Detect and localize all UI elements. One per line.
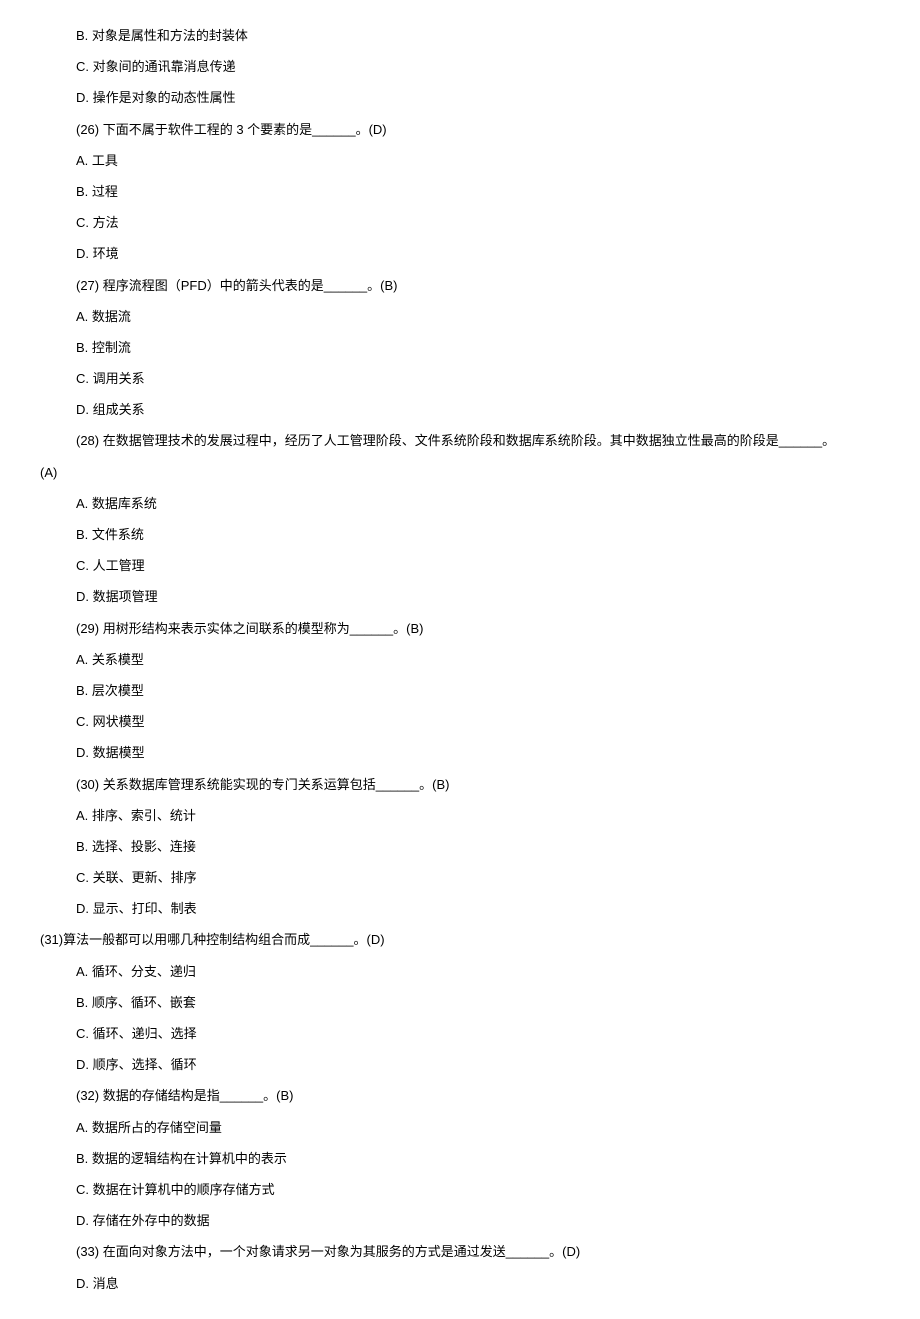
text-line: B. 选择、投影、连接 bbox=[20, 831, 900, 862]
text-line: B. 控制流 bbox=[20, 332, 900, 363]
text-line: A. 数据流 bbox=[20, 301, 900, 332]
text-line: D. 数据模型 bbox=[20, 737, 900, 768]
text-line: A. 数据库系统 bbox=[20, 488, 900, 519]
text-line: A. 排序、索引、统计 bbox=[20, 800, 900, 831]
document-content: B. 对象是属性和方法的封装体C. 对象间的通讯靠消息传递D. 操作是对象的动态… bbox=[20, 20, 900, 1299]
text-line: C. 关联、更新、排序 bbox=[20, 862, 900, 893]
text-line: B. 顺序、循环、嵌套 bbox=[20, 987, 900, 1018]
text-line: (32) 数据的存储结构是指______。(B) bbox=[20, 1080, 900, 1111]
text-line: A. 关系模型 bbox=[20, 644, 900, 675]
text-line: B. 数据的逻辑结构在计算机中的表示 bbox=[20, 1143, 900, 1174]
text-line: D. 消息 bbox=[20, 1268, 900, 1299]
text-line: C. 方法 bbox=[20, 207, 900, 238]
text-line: (27) 程序流程图（PFD）中的箭头代表的是______。(B) bbox=[20, 270, 900, 301]
text-line: (31)算法一般都可以用哪几种控制结构组合而成______。(D) bbox=[20, 924, 900, 955]
text-line: B. 文件系统 bbox=[20, 519, 900, 550]
text-line: D. 显示、打印、制表 bbox=[20, 893, 900, 924]
text-line: D. 环境 bbox=[20, 238, 900, 269]
text-line: A. 数据所占的存储空间量 bbox=[20, 1112, 900, 1143]
text-line: C. 调用关系 bbox=[20, 363, 900, 394]
text-line: C. 对象间的通讯靠消息传递 bbox=[20, 51, 900, 82]
text-line: D. 操作是对象的动态性属性 bbox=[20, 82, 900, 113]
text-line: D. 组成关系 bbox=[20, 394, 900, 425]
text-line: (28) 在数据管理技术的发展过程中，经历了人工管理阶段、文件系统阶段和数据库系… bbox=[20, 425, 900, 456]
text-line: (29) 用树形结构来表示实体之间联系的模型称为______。(B) bbox=[20, 613, 900, 644]
text-line: D. 存储在外存中的数据 bbox=[20, 1205, 900, 1236]
text-line: C. 循环、递归、选择 bbox=[20, 1018, 900, 1049]
text-line: (30) 关系数据库管理系统能实现的专门关系运算包括______。(B) bbox=[20, 769, 900, 800]
text-line: D. 顺序、选择、循环 bbox=[20, 1049, 900, 1080]
text-line: B. 层次模型 bbox=[20, 675, 900, 706]
text-line: C. 人工管理 bbox=[20, 550, 900, 581]
text-line: (33) 在面向对象方法中，一个对象请求另一对象为其服务的方式是通过发送____… bbox=[20, 1236, 900, 1267]
text-line: C. 网状模型 bbox=[20, 706, 900, 737]
text-line: B. 对象是属性和方法的封装体 bbox=[20, 20, 900, 51]
text-line: D. 数据项管理 bbox=[20, 581, 900, 612]
text-line: (26) 下面不属于软件工程的 3 个要素的是______。(D) bbox=[20, 114, 900, 145]
text-line: A. 循环、分支、递归 bbox=[20, 956, 900, 987]
text-line: C. 数据在计算机中的顺序存储方式 bbox=[20, 1174, 900, 1205]
text-line: B. 过程 bbox=[20, 176, 900, 207]
text-line: A. 工具 bbox=[20, 145, 900, 176]
text-line: (A) bbox=[20, 457, 900, 488]
